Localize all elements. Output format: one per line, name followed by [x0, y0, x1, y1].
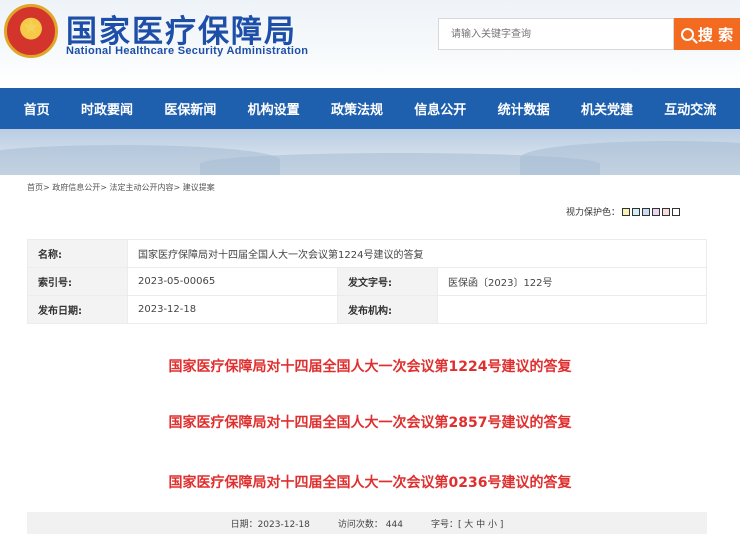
meta-org-label: 发布机构: [337, 295, 438, 324]
main-nav: 首页 时政要闻 医保新闻 机构设置 政策法规 信息公开 统计数据 机关党建 互动… [0, 88, 740, 129]
meta-index-value: 2023-05-00065 [127, 267, 338, 296]
search-box[interactable] [438, 18, 674, 50]
breadcrumb-proposals[interactable]: 建议提案 [183, 183, 215, 192]
color-swatch-purple[interactable] [652, 207, 661, 216]
meta-docno-label: 发文字号: [337, 267, 438, 296]
meta-date-value: 2023-12-18 [127, 295, 338, 324]
nav-info-disclosure[interactable]: 信息公开 [414, 99, 466, 118]
meta-name-value: 国家医疗保障局对十四届全国人大一次会议第1224号建议的答复 [127, 239, 707, 268]
breadcrumb-home[interactable]: 首页> [27, 183, 50, 192]
related-doc-link-1224[interactable]: 国家医疗保障局对十四届全国人大一次会议第1224号建议的答复 [0, 356, 740, 376]
nav-statistics[interactable]: 统计数据 [498, 99, 550, 118]
meta-row-date: 发布日期: 2023-12-18 发布机构: [27, 295, 707, 324]
national-emblem-icon [4, 4, 58, 58]
breadcrumb: 首页> 政府信息公开> 法定主动公开内容> 建议提案 [27, 182, 215, 193]
breadcrumb-gov-info[interactable]: 政府信息公开> [52, 183, 107, 192]
meta-row-name: 名称: 国家医疗保障局对十四届全国人大一次会议第1224号建议的答复 [27, 239, 707, 268]
search-button[interactable]: 搜 索 [674, 18, 740, 50]
nav-organization[interactable]: 机构设置 [248, 99, 300, 118]
visit-count: 访问次数： 444 [337, 519, 403, 530]
meta-name-label: 名称: [27, 239, 128, 268]
meta-index-label: 索引号: [27, 267, 128, 296]
color-swatch-white[interactable] [672, 207, 681, 216]
nav-party-building[interactable]: 机关党建 [581, 99, 633, 118]
color-swatch-yellow[interactable] [622, 207, 631, 216]
font-size-switcher[interactable]: 字号：[ 大 中 小 ] [431, 517, 503, 530]
nav-healthcare-news[interactable]: 医保新闻 [164, 99, 216, 118]
search-input[interactable] [439, 19, 673, 49]
meta-docno-value: 医保函〔2023〕122号 [437, 267, 707, 296]
document-meta-table: 名称: 国家医疗保障局对十四届全国人大一次会议第1224号建议的答复 索引号: … [27, 239, 707, 324]
search-button-label: 搜 索 [697, 25, 734, 44]
nav-policies[interactable]: 政策法规 [331, 99, 383, 118]
breadcrumb-statutory[interactable]: 法定主动公开内容> [110, 183, 181, 192]
publish-date: 日期：2023-12-18 [230, 519, 310, 530]
meta-row-index: 索引号: 2023-05-00065 发文字号: 医保函〔2023〕122号 [27, 267, 707, 296]
search-icon [680, 27, 694, 41]
site-header: 国家医疗保障局 National Healthcare Security Adm… [0, 0, 740, 88]
related-doc-link-2857[interactable]: 国家医疗保障局对十四届全国人大一次会议第2857号建议的答复 [0, 412, 740, 432]
site-title-en[interactable]: National Healthcare Security Administrat… [66, 45, 308, 57]
eye-protection-label: 视力保护色： [566, 208, 621, 218]
article-info-bar: 日期：2023-12-18 访问次数： 444 字号：[ 大 中 小 ] [27, 512, 707, 534]
related-doc-link-0236[interactable]: 国家医疗保障局对十四届全国人大一次会议第0236号建议的答复 [0, 472, 740, 492]
color-swatch-cyan[interactable] [632, 207, 641, 216]
meta-org-value [437, 295, 707, 324]
color-swatch-pink[interactable] [662, 207, 671, 216]
eye-protection-colors: 视力保护色： [566, 205, 681, 218]
landscape-banner [0, 129, 740, 175]
nav-home[interactable]: 首页 [24, 99, 50, 118]
meta-date-label: 发布日期: [27, 295, 128, 324]
nav-interaction[interactable]: 互动交流 [664, 99, 716, 118]
color-swatch-blue[interactable] [642, 207, 651, 216]
nav-politics-news[interactable]: 时政要闻 [81, 99, 133, 118]
